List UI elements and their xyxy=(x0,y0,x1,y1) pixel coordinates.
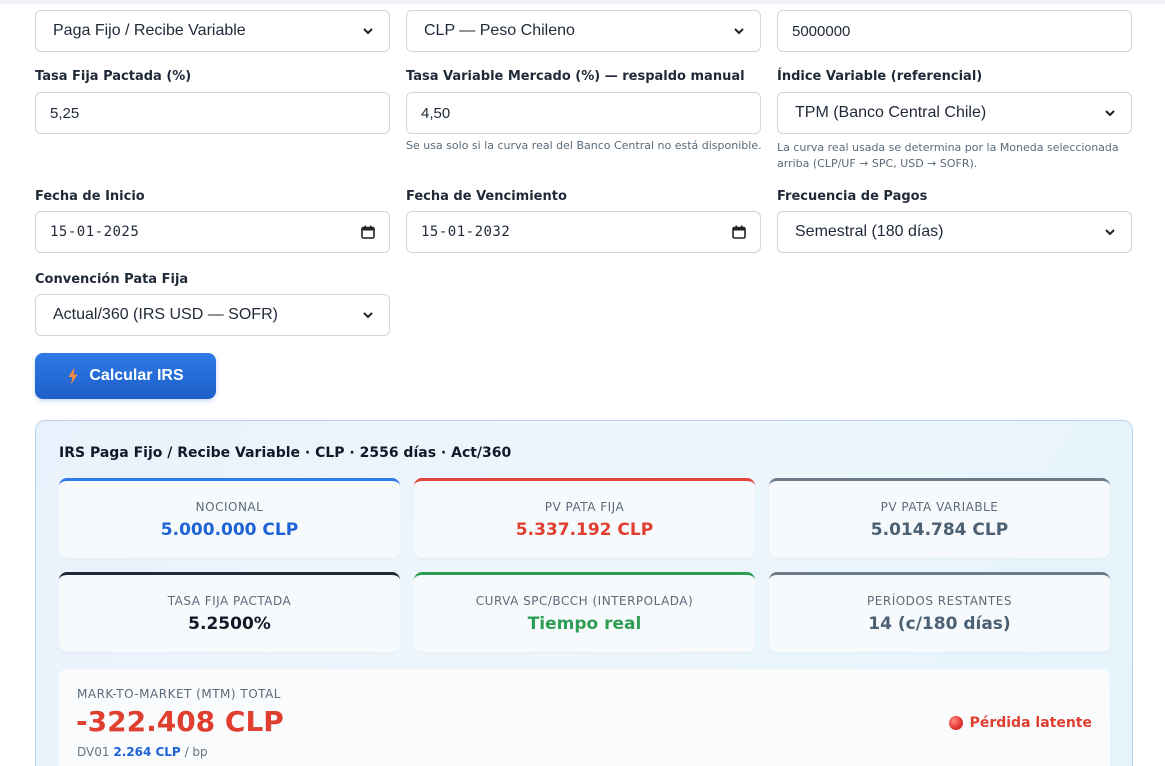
currency-select[interactable]: CLP — Peso Chileno xyxy=(406,10,761,52)
card-curve-source: CURVA SPC/BCCH (INTERPOLADA) Tiempo real xyxy=(414,572,755,652)
index-label: Índice Variable (referencial) xyxy=(777,69,983,84)
notional-input[interactable]: 5000000 xyxy=(777,10,1132,52)
dv01-readout: DV01 2.264 CLP / bp xyxy=(77,745,208,759)
chevron-down-icon xyxy=(1105,229,1115,236)
direction-select[interactable]: Paga Fijo / Recibe Variable xyxy=(35,10,390,52)
card-pv-floating-leg: PV PATA VARIABLE 5.014.784 CLP xyxy=(769,478,1110,558)
lightning-icon xyxy=(68,367,78,385)
loss-status: Pérdida latente xyxy=(948,715,1092,731)
chevron-down-icon xyxy=(1105,110,1115,117)
chevron-down-icon xyxy=(363,28,373,35)
float-rate-input[interactable]: 4,50 xyxy=(406,92,761,134)
results-panel: IRS Paga Fijo / Recibe Variable · CLP · … xyxy=(35,420,1133,766)
convention-select[interactable]: Actual/360 (IRS USD — SOFR) xyxy=(35,294,390,336)
float-rate-label: Tasa Variable Mercado (%) — respaldo man… xyxy=(406,69,745,84)
frequency-select[interactable]: Semestral (180 días) xyxy=(777,211,1132,253)
top-scroll-shade xyxy=(0,0,1165,4)
index-select[interactable]: TPM (Banco Central Chile) xyxy=(777,92,1132,134)
start-date-label: Fecha de Inicio xyxy=(35,189,145,204)
frequency-label: Frecuencia de Pagos xyxy=(777,189,928,204)
chevron-down-icon xyxy=(363,312,373,319)
index-help: La curva real usada se determina por la … xyxy=(777,141,1119,170)
card-remaining-periods: PERÍODOS RESTANTES 14 (c/180 días) xyxy=(769,572,1110,652)
mtm-value: -322.408 CLP xyxy=(76,705,284,738)
end-date-label: Fecha de Vencimiento xyxy=(406,189,567,204)
results-title: IRS Paga Fijo / Recibe Variable · CLP · … xyxy=(59,445,512,461)
calendar-icon[interactable] xyxy=(361,225,375,239)
calculate-irs-button[interactable]: Calcular IRS xyxy=(35,353,216,399)
convention-label: Convención Pata Fija xyxy=(35,272,189,287)
fixed-rate-label: Tasa Fija Pactada (%) xyxy=(35,69,192,84)
start-date-input[interactable]: 15-01-2025 xyxy=(35,211,390,253)
card-notional: NOCIONAL 5.000.000 CLP xyxy=(59,478,400,558)
card-fixed-rate: TASA FIJA PACTADA 5.2500% xyxy=(59,572,400,652)
float-rate-help: Se usa solo si la curva real del Banco C… xyxy=(406,139,762,152)
mtm-summary: MARK-TO-MARKET (MTM) TOTAL -322.408 CLP … xyxy=(59,669,1110,766)
end-date-input[interactable]: 15-01-2032 xyxy=(406,211,761,253)
chevron-down-icon xyxy=(734,28,744,35)
mtm-label: MARK-TO-MARKET (MTM) TOTAL xyxy=(77,687,281,701)
card-pv-fixed-leg: PV PATA FIJA 5.337.192 CLP xyxy=(414,478,755,558)
red-circle-icon xyxy=(948,716,963,730)
fixed-rate-input[interactable]: 5,25 xyxy=(35,92,390,134)
calendar-icon[interactable] xyxy=(732,225,746,239)
